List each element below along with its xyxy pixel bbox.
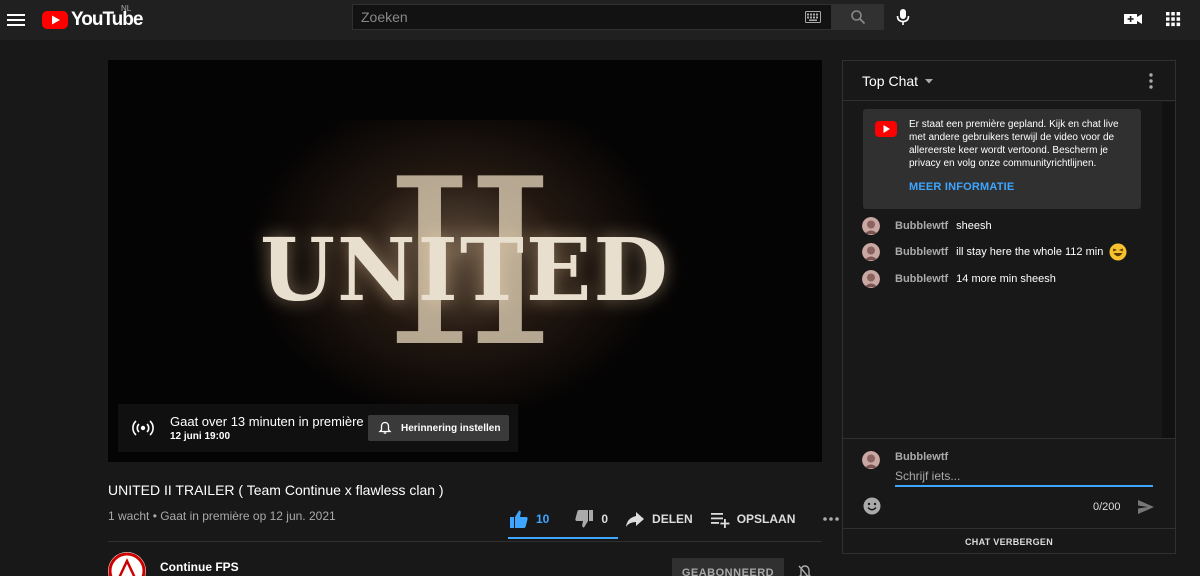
more-vertical-icon[interactable]: [1141, 71, 1161, 91]
save-button[interactable]: OPSLAAN: [709, 508, 796, 530]
char-counter: 0/200: [1093, 501, 1121, 513]
send-icon[interactable]: [1136, 497, 1156, 517]
bell-icon: [378, 421, 392, 434]
create-video-icon[interactable]: [1122, 8, 1144, 30]
channel-name[interactable]: Continue FPS: [160, 560, 239, 574]
avatar[interactable]: [862, 243, 880, 261]
avatar[interactable]: [862, 217, 880, 235]
chat-author: Bubblewtf: [895, 246, 949, 258]
avatar: [862, 451, 880, 469]
chat-message: Bubblewtf sheesh: [862, 215, 992, 237]
like-button[interactable]: 10: [508, 508, 549, 530]
chevron-down-icon: [925, 79, 934, 84]
keyboard-icon[interactable]: [805, 11, 821, 23]
region-code: NL: [121, 4, 132, 13]
thumbs-up-icon: [510, 510, 528, 528]
youtube-logo-icon: [42, 11, 68, 29]
dislike-button[interactable]: 0: [573, 508, 608, 530]
premiere-date: 12 juni 19:00: [170, 431, 231, 442]
like-underline: [508, 537, 618, 539]
premiere-countdown-text: Gaat over 13 minuten in première: [170, 414, 364, 429]
emoji-icon[interactable]: [862, 496, 882, 516]
chat-input-area: Bubblewtf 0/200: [843, 438, 1175, 528]
chat-message: Bubblewtf 14 more min sheesh: [862, 268, 1056, 290]
video-player[interactable]: II UNITED Gaat over 13 minuten in premiè…: [108, 60, 822, 462]
chat-author: Bubblewtf: [895, 273, 949, 285]
apps-grid-icon[interactable]: [1162, 8, 1184, 30]
avatar[interactable]: [862, 270, 880, 288]
chat-message-input[interactable]: [895, 467, 1153, 487]
video-meta: 1 wacht • Gaat in première op 12 jun. 20…: [108, 509, 336, 523]
playlist-add-icon: [710, 513, 730, 528]
search-input[interactable]: [361, 8, 791, 26]
search-box: [352, 4, 831, 30]
channel-avatar[interactable]: [108, 552, 146, 576]
chat-header: Top Chat: [843, 61, 1175, 101]
laughing-emoji-icon: [1109, 243, 1127, 261]
masthead: YouTube NL: [0, 0, 1200, 40]
chat-message: Bubblewtf ill stay here the whole 112 mi…: [862, 241, 1127, 263]
search-button[interactable]: [831, 4, 884, 30]
channel-logo-icon: [108, 552, 146, 576]
action-bar: 10 0 DELEN OPSLAAN: [508, 505, 841, 533]
mic-icon[interactable]: [893, 7, 913, 27]
divider: [108, 541, 822, 542]
video-title: UNITED II TRAILER ( Team Continue x flaw…: [108, 482, 444, 498]
chat-scrollbar[interactable]: [1162, 102, 1175, 438]
youtube-logo-icon: [875, 121, 897, 137]
page-scrollbar[interactable]: [1189, 40, 1200, 576]
set-reminder-label: Herinnering instellen: [401, 422, 501, 434]
chat-text: ill stay here the whole 112 min: [956, 246, 1104, 258]
thumbnail-title: UNITED: [260, 220, 670, 321]
logo-text: YouTube: [71, 9, 143, 30]
save-label: OPSLAAN: [736, 512, 796, 526]
chat-text: 14 more min sheesh: [956, 273, 1056, 285]
search-icon: [850, 10, 865, 25]
thumbs-down-icon: [575, 510, 594, 528]
chat-text: sheesh: [956, 220, 992, 232]
set-reminder-button[interactable]: Herinnering instellen: [368, 415, 509, 441]
chat-author: Bubblewtf: [895, 220, 949, 232]
premiere-countdown: Gaat over 13 minuten in première 12 juni…: [118, 404, 518, 452]
share-icon: [626, 512, 645, 527]
menu-icon[interactable]: [4, 8, 28, 32]
chat-mode-dropdown[interactable]: Top Chat: [862, 73, 935, 89]
share-label: DELEN: [652, 512, 693, 526]
learn-more-link[interactable]: MEER INFORMATIE: [909, 181, 1014, 193]
live-broadcast-icon: [132, 420, 154, 436]
hide-chat-button[interactable]: CHAT VERBERGEN: [843, 528, 1175, 554]
bell-off-icon[interactable]: [796, 564, 814, 576]
share-button[interactable]: DELEN: [624, 508, 693, 530]
more-horizontal-icon[interactable]: [821, 509, 841, 529]
chat-mode-label: Top Chat: [862, 73, 919, 89]
notice-text: Er staat een première gepland. Kijk en c…: [909, 119, 1119, 169]
premiere-notice: Er staat een première gepland. Kijk en c…: [863, 109, 1141, 209]
like-count: 10: [536, 512, 550, 526]
dislike-count: 0: [601, 512, 609, 526]
subscribed-button[interactable]: GEABONNEERD: [672, 558, 784, 576]
input-author-name: Bubblewtf: [895, 451, 949, 463]
live-chat-panel: Top Chat Er staat een première gepland. …: [842, 60, 1176, 554]
